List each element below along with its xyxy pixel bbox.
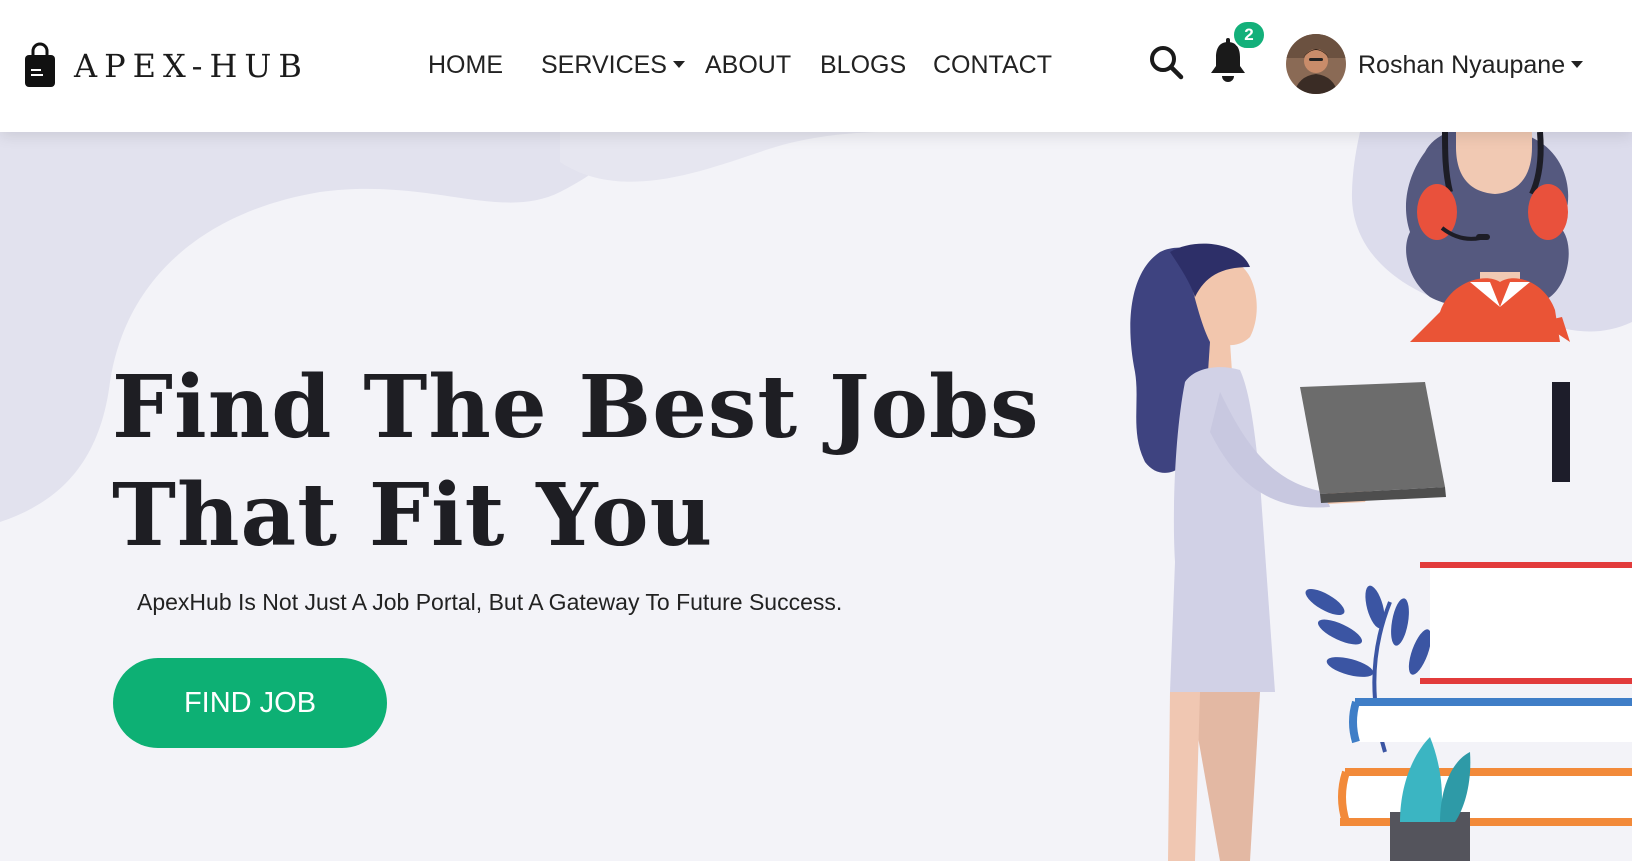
top-navbar: APEX-HUB HOME SERVICES ABOUT BLOGS CONTA… xyxy=(0,0,1632,132)
search-icon[interactable] xyxy=(1148,44,1184,80)
user-menu[interactable]: Roshan Nyaupane xyxy=(1358,48,1584,82)
notification-count-badge: 2 xyxy=(1232,20,1266,50)
nav-about[interactable]: ABOUT xyxy=(705,48,791,82)
hero-illustration xyxy=(1130,132,1632,861)
brand-name: APEX-HUB xyxy=(74,47,309,85)
chevron-down-icon xyxy=(672,60,685,68)
user-name: Roshan Nyaupane xyxy=(1358,51,1566,79)
nav-home[interactable]: HOME xyxy=(428,48,503,82)
shopping-bag-icon xyxy=(25,42,55,87)
hero-subtitle: ApexHub Is Not Just A Job Portal, But A … xyxy=(137,589,843,615)
avatar-image xyxy=(1286,34,1346,94)
nav-services-label: SERVICES xyxy=(541,51,667,79)
hero-title: Find The Best Jobs That Fit You xyxy=(112,354,1040,570)
find-job-button[interactable]: FIND JOB xyxy=(113,658,387,748)
nav-services[interactable]: SERVICES xyxy=(541,48,685,82)
hero-title-line-2: That Fit You xyxy=(112,465,714,566)
chevron-down-icon xyxy=(1571,60,1584,68)
hero-title-line-1: Find The Best Jobs xyxy=(112,357,1040,458)
nav-contact[interactable]: CONTACT xyxy=(933,48,1052,82)
hero-section: Find The Best Jobs That Fit You ApexHub … xyxy=(0,132,1632,861)
nav-blogs[interactable]: BLOGS xyxy=(820,48,906,82)
user-avatar[interactable] xyxy=(1286,34,1346,94)
